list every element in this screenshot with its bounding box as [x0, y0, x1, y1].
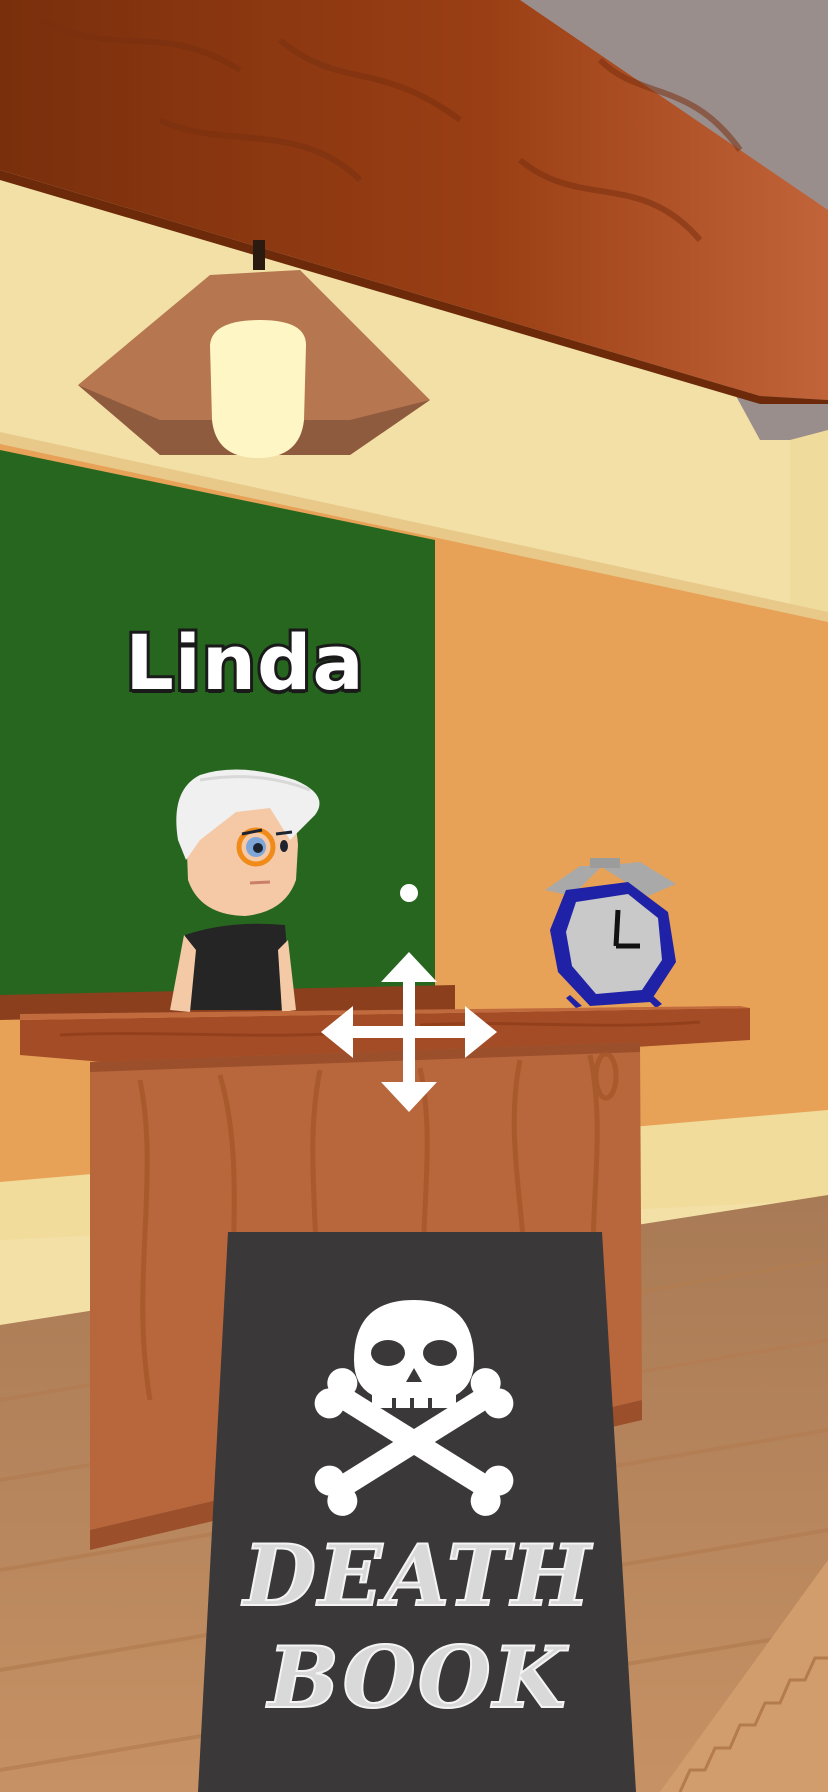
move-control[interactable] — [320, 950, 498, 1118]
game-scene[interactable]: Linda DEATH BOOK — [0, 0, 828, 1792]
character-name-label: Linda — [122, 615, 366, 710]
death-book-title-line1: DEATH — [242, 1525, 593, 1626]
death-book-title-line2: BOOK — [267, 1627, 568, 1728]
chalkboard — [0, 450, 435, 1000]
crosshair-dot — [400, 884, 418, 902]
